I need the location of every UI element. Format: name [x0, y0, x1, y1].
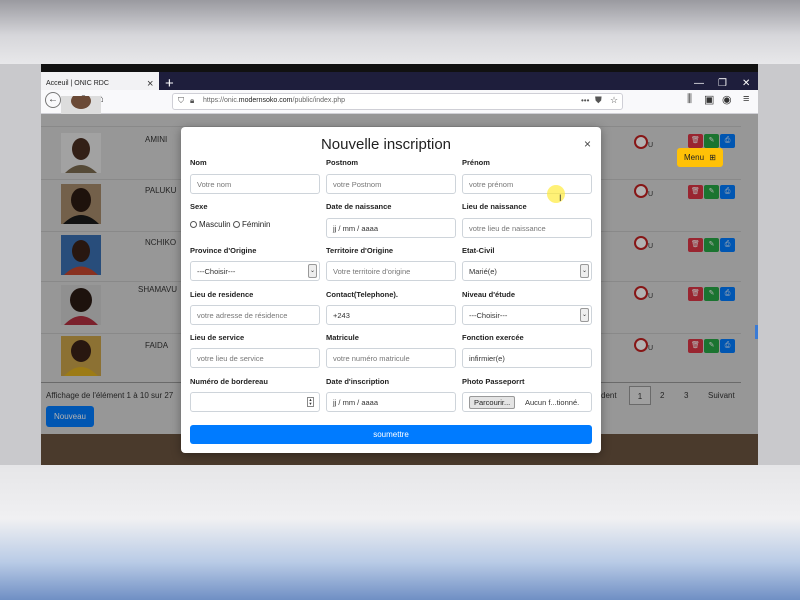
chevron-down-icon[interactable]: ⌄ [580, 308, 589, 322]
close-icon[interactable]: × [584, 137, 591, 151]
fonction-label: Fonction exercée [462, 333, 524, 342]
radio-feminin-label: Féminin [242, 220, 271, 229]
nom-input[interactable]: Votre nom [190, 174, 320, 194]
postnom-label: Postnom [326, 158, 359, 167]
lieu-naissance-input[interactable]: votre lieu de naissance [462, 218, 592, 238]
registration-modal: Nouvelle inscription × Nom Votre nom Pos… [181, 127, 601, 453]
etat-civil-label: Etat-Civil [462, 246, 495, 255]
text-cursor-icon: I [559, 193, 562, 203]
browse-button[interactable]: Parcourir... [469, 396, 516, 409]
niveau-label: Niveau d'étude [462, 290, 516, 299]
submit-button[interactable]: soumettre [190, 425, 592, 444]
sexe-label: Sexe [190, 202, 208, 211]
service-input[interactable]: votre lieu de service [190, 348, 320, 368]
etat-civil-select[interactable]: Marié(e) ⌄ [462, 261, 592, 281]
fonction-input[interactable]: infirmier(e) [462, 348, 592, 368]
photo-label: Photo Passeporrt [462, 377, 525, 386]
grid-icon: ⊞ [709, 153, 716, 162]
browser-window: Acceuil | ONIC RDC × + — ❐ ✕ ← → ↻ ⌂ ⛉ 🔒… [41, 64, 758, 465]
province-value: ---Choisir--- [197, 267, 236, 276]
date-naissance-label: Date de naissance [326, 202, 392, 211]
lieu-naissance-label: Lieu de naissance [462, 202, 527, 211]
radio-circle-icon[interactable] [233, 221, 240, 228]
prenom-input[interactable]: votre prénom [462, 174, 592, 194]
radio-feminin[interactable]: Féminin [233, 220, 270, 229]
matricule-input[interactable]: votre numéro matricule [326, 348, 456, 368]
residence-label: Lieu de residence [190, 290, 254, 299]
modal-title: Nouvelle inscription [320, 136, 452, 153]
cursor-highlight [547, 185, 565, 203]
date-naissance-input[interactable]: jj / mm / aaaa [326, 218, 456, 238]
chevron-down-icon[interactable]: ⌄ [308, 264, 317, 278]
niveau-select[interactable]: ---Choisir--- ⌄ [462, 305, 592, 325]
minimize-button[interactable]: — [694, 78, 704, 89]
close-window-button[interactable]: ✕ [742, 78, 750, 89]
prenom-label: Prénom [462, 158, 490, 167]
menu-button[interactable]: Menu ⊞ [677, 148, 723, 167]
photo-file-input[interactable]: Parcourir... Aucun f...tionné. [462, 392, 592, 412]
radio-circle-icon[interactable] [190, 221, 197, 228]
number-spinner-icon[interactable]: ▲ ▼ [307, 397, 314, 407]
province-label: Province d'Origine [190, 246, 257, 255]
url-text: https://onic.modernsoko.com/public/index… [203, 97, 346, 104]
radio-masculin[interactable]: Masculin [190, 220, 231, 229]
contact-label: Contact(Telephone). [326, 290, 398, 299]
contact-input[interactable]: +243 [326, 305, 456, 325]
person-photo [61, 96, 101, 114]
postnom-input[interactable]: votre Postnom [326, 174, 456, 194]
etat-civil-value: Marié(e) [469, 267, 497, 276]
date-inscription-label: Date d'inscription [326, 377, 390, 386]
territoire-input[interactable]: Votre territoire d'origine [326, 261, 456, 281]
province-select[interactable]: ---Choisir--- ⌄ [190, 261, 320, 281]
backdrop-bottom [0, 465, 800, 600]
menu-label: Menu [684, 153, 705, 162]
tab-title: Acceuil | ONIC RDC [46, 80, 109, 87]
matricule-label: Matricule [326, 333, 359, 342]
hamburger-menu-icon[interactable]: ≡ [743, 93, 749, 105]
bordereau-input[interactable]: ▲ ▼ [190, 392, 320, 412]
maximize-button[interactable]: ❐ [718, 78, 727, 89]
service-label: Lieu de service [190, 333, 245, 342]
date-inscription-input[interactable]: jj / mm / aaaa [326, 392, 456, 412]
niveau-value: ---Choisir--- [469, 311, 508, 320]
tab-close-icon[interactable]: × [147, 78, 153, 90]
backdrop-top [0, 0, 800, 64]
bordereau-label: Numéro de bordereau [190, 377, 268, 386]
territoire-label: Territoire d'Origine [326, 246, 394, 255]
file-status: Aucun f...tionné. [525, 398, 580, 407]
radio-masculin-label: Masculin [199, 220, 231, 229]
chevron-down-icon[interactable]: ⌄ [580, 264, 589, 278]
scroll-indicator [755, 325, 758, 339]
nom-label: Nom [190, 158, 207, 167]
residence-input[interactable]: votre adresse de résidence [190, 305, 320, 325]
